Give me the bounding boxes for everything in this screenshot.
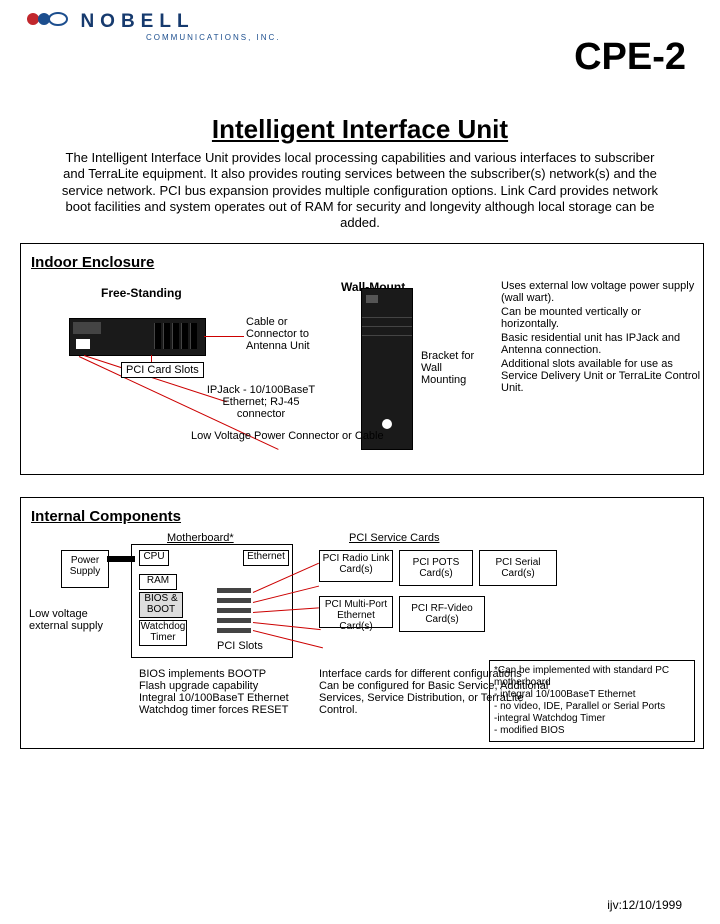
power-note: Low voltage external supply xyxy=(29,608,129,632)
indoor-heading: Indoor Enclosure xyxy=(31,254,703,271)
indoor-panel: Indoor Enclosure Free-Standing Wall-Moun… xyxy=(20,243,704,475)
bios-box: BIOS & BOOT xyxy=(139,592,183,618)
ram-box: RAM xyxy=(139,574,177,590)
brand-subtitle: COMMUNICATIONS, INC. xyxy=(146,33,281,42)
card-rfvideo: PCI RF-Video Card(s) xyxy=(399,596,485,632)
doc-code: CPE-2 xyxy=(574,36,686,79)
brand-name: NOBELL xyxy=(80,11,194,33)
service-cards-label: PCI Service Cards xyxy=(349,532,439,544)
card-radio: PCI Radio Link Card(s) xyxy=(319,550,393,582)
cable-connector-label: Cable or Connector to Antenna Unit xyxy=(246,316,336,352)
card-pots: PCI POTS Card(s) xyxy=(399,550,473,586)
bracket-label: Bracket for Wall Mounting xyxy=(421,350,481,386)
card-serial: PCI Serial Card(s) xyxy=(479,550,557,586)
footer-stamp: ijv:12/10/1999 xyxy=(607,898,682,912)
ipjack-label: IPJack - 10/100BaseT Ethernet; RJ-45 con… xyxy=(201,384,321,420)
motherboard-label: Motherboard* xyxy=(167,532,234,544)
lvp-label: Low Voltage Power Connector or Cable xyxy=(191,430,384,442)
bios-notes: BIOS implements BOOTP Flash upgrade capa… xyxy=(139,668,289,716)
intro-text: The Intelligent Interface Unit provides … xyxy=(54,150,666,231)
page-title: Intelligent Interface Unit xyxy=(0,114,720,145)
wall-mount-unit xyxy=(361,288,413,450)
cpu-box: CPU xyxy=(139,550,169,566)
indoor-note-4: Additional slots available for use as Se… xyxy=(501,358,701,394)
indoor-note-1: Uses external low voltage power supply (… xyxy=(501,280,701,304)
card-multi: PCI Multi-Port Ethernet Card(s) xyxy=(319,596,393,628)
logo-mark xyxy=(26,10,68,33)
indoor-note-3: Basic residential unit has IPJack and An… xyxy=(501,332,701,356)
watchdog-box: Watchdog Timer xyxy=(139,620,187,646)
star-note-box: *Can be implemented with standard PC mot… xyxy=(489,660,695,742)
brand-logo: NOBELL COMMUNICATIONS, INC. xyxy=(26,10,281,42)
free-standing-label: Free-Standing xyxy=(101,286,182,300)
pci-slots-label: PCI Card Slots xyxy=(121,362,204,378)
internal-heading: Internal Components xyxy=(31,508,703,525)
power-supply-box: Power Supply xyxy=(61,550,109,588)
pci-slots-label2: PCI Slots xyxy=(217,640,263,652)
free-standing-unit xyxy=(69,318,206,356)
indoor-note-2: Can be mounted vertically or horizontall… xyxy=(501,306,701,330)
internal-panel: Internal Components Motherboard* PCI Ser… xyxy=(20,497,704,749)
ethernet-box: Ethernet xyxy=(243,550,289,566)
